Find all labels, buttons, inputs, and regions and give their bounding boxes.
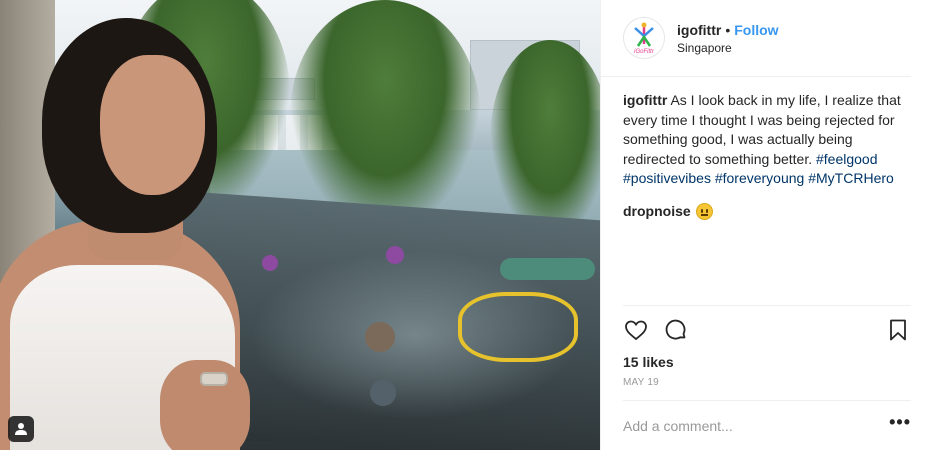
- photo-person-watch: [200, 372, 228, 386]
- follow-button[interactable]: Follow: [734, 22, 778, 38]
- more-options-icon[interactable]: •••: [889, 412, 911, 439]
- post-photo[interactable]: [0, 0, 600, 450]
- post-location[interactable]: Singapore: [677, 41, 779, 55]
- svg-text:iGoFittr: iGoFittr: [634, 49, 655, 55]
- hashtag[interactable]: #MyTCRHero: [808, 170, 894, 186]
- separator-dot: •: [725, 21, 731, 38]
- comment-bubble-icon[interactable]: [663, 317, 689, 343]
- likes-count[interactable]: 15 likes: [623, 354, 911, 370]
- caption: igofittr As I look back in my life, I re…: [623, 91, 911, 189]
- bookmark-icon[interactable]: [885, 317, 911, 343]
- heart-icon[interactable]: [623, 317, 649, 343]
- comment-username[interactable]: dropnoise: [623, 202, 691, 222]
- photo-person-face: [100, 55, 205, 195]
- post-actions: 15 likes MAY 19: [623, 305, 911, 388]
- photo-decoration: [386, 246, 404, 264]
- igofittr-logo-icon: iGoFittr: [634, 22, 655, 55]
- header-username-line: igofittr • Follow: [677, 22, 779, 38]
- post-details-panel: iGoFittr igofittr • Follow Singapore igo…: [600, 0, 935, 450]
- photo-palm-tree: [490, 40, 600, 240]
- post-username[interactable]: igofittr: [677, 22, 721, 38]
- avatar[interactable]: iGoFittr: [623, 17, 665, 59]
- grinning-face-emoji-icon: [695, 202, 713, 220]
- comments-section: igofittr As I look back in my life, I re…: [601, 77, 935, 221]
- photo-decoration: [365, 322, 395, 352]
- hashtag[interactable]: #feelgood: [816, 151, 878, 167]
- photo-decoration: [370, 380, 396, 406]
- header-text: igofittr • Follow Singapore: [677, 22, 779, 55]
- hashtag[interactable]: #positivevibes: [623, 170, 711, 186]
- caption-username[interactable]: igofittr: [623, 92, 667, 108]
- photo-decoration: [262, 255, 278, 271]
- hashtag[interactable]: #foreveryoung: [715, 170, 805, 186]
- comment-item: dropnoise: [623, 202, 911, 222]
- comment-input[interactable]: [623, 417, 890, 434]
- post-date[interactable]: MAY 19: [623, 377, 911, 388]
- photo-decoration: [500, 258, 595, 280]
- post-header: iGoFittr igofittr • Follow Singapore: [601, 0, 911, 77]
- photo-palm-tree: [290, 0, 480, 230]
- action-icons: [623, 316, 911, 344]
- person-tag-icon[interactable]: [8, 416, 34, 442]
- add-comment-form: •••: [623, 400, 911, 450]
- person-tag-icon-glyph: [15, 423, 27, 435]
- photo-decoration: [458, 292, 578, 362]
